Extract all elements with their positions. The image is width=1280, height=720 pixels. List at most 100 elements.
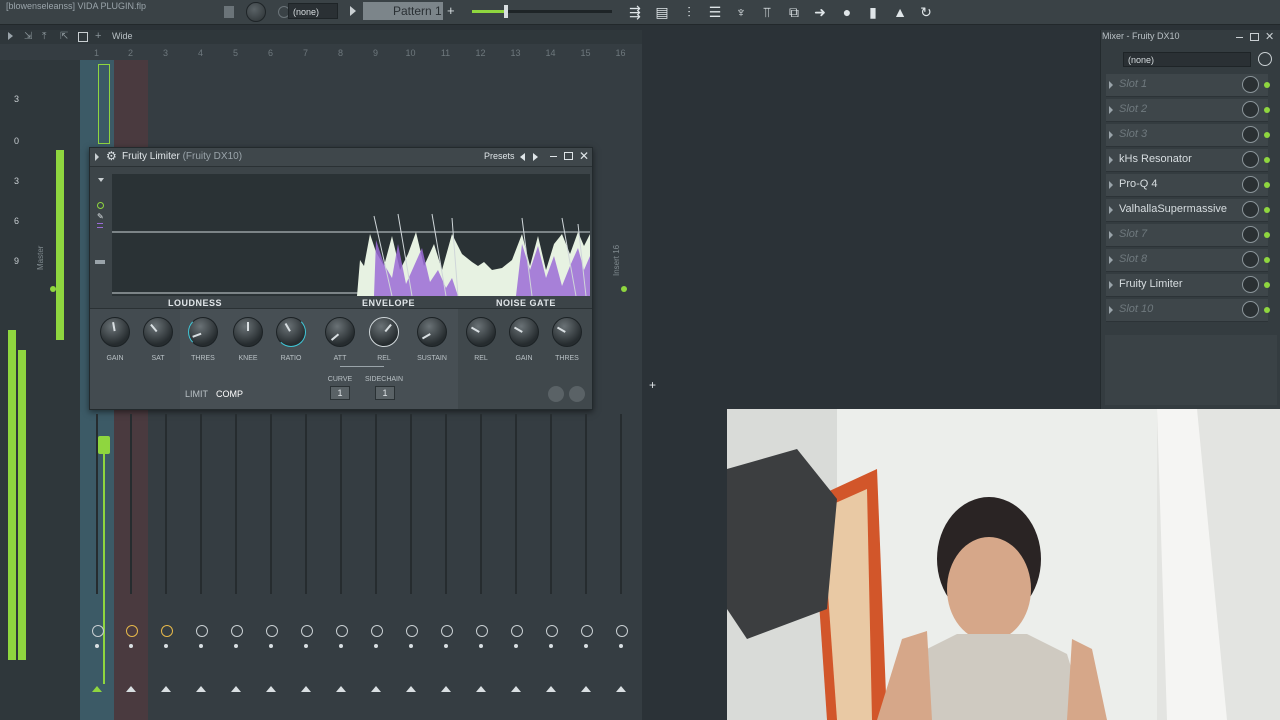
track-fader-slot[interactable] xyxy=(96,414,98,594)
track-pan-icon[interactable] xyxy=(476,625,488,637)
track-stereo-dot[interactable] xyxy=(129,644,133,648)
track-number-3[interactable]: 3 xyxy=(149,48,182,58)
track-fader-slot[interactable] xyxy=(200,414,202,594)
track-number-5[interactable]: 5 xyxy=(219,48,252,58)
track-route-icon[interactable] xyxy=(126,686,136,692)
mixer-arrow-icon[interactable]: ⇲ xyxy=(24,31,32,42)
track-stereo-dot[interactable] xyxy=(479,644,483,648)
mixer-view-label[interactable]: Wide xyxy=(112,31,133,41)
env-rel-knob[interactable] xyxy=(369,317,399,347)
track-latency-icon[interactable] xyxy=(1258,52,1272,66)
att-knob[interactable] xyxy=(325,317,355,347)
track-pan-icon[interactable] xyxy=(406,625,418,637)
graph-marker-icon[interactable] xyxy=(97,202,104,209)
mixer-slot[interactable]: Slot 2 xyxy=(1106,99,1270,122)
sidechain-spinner[interactable]: 1 xyxy=(375,386,395,400)
gain-knob[interactable] xyxy=(100,317,130,347)
track-route-icon[interactable] xyxy=(616,686,626,692)
track-stereo-dot[interactable] xyxy=(164,644,168,648)
file-icon[interactable]: ▮ xyxy=(863,2,883,22)
sustain-knob[interactable] xyxy=(417,317,447,347)
track-stereo-dot[interactable] xyxy=(234,644,238,648)
track-fader-slot[interactable] xyxy=(270,414,272,594)
graph-scale-slider[interactable] xyxy=(95,260,105,264)
slot-arrow-icon[interactable] xyxy=(1109,256,1113,264)
mic-icon[interactable]: ● xyxy=(837,2,857,22)
track-pan-icon[interactable] xyxy=(266,625,278,637)
channel-rack-icon[interactable]: ☰ xyxy=(705,2,725,22)
graph-menu-icon[interactable] xyxy=(98,178,104,182)
slot-arrow-icon[interactable] xyxy=(1109,106,1113,114)
mixer-slot[interactable]: Slot 3 xyxy=(1106,124,1270,147)
track-pan-icon[interactable] xyxy=(336,625,348,637)
master-led[interactable] xyxy=(50,286,56,292)
track-pan-icon[interactable] xyxy=(92,625,104,637)
sat-knob[interactable] xyxy=(143,317,173,347)
track-stereo-dot[interactable] xyxy=(269,644,273,648)
track-stereo-dot[interactable] xyxy=(95,644,99,648)
slot-mix-knob[interactable] xyxy=(1242,226,1259,243)
slot-mix-knob[interactable] xyxy=(1242,76,1259,93)
arrow-icon[interactable]: ➜ xyxy=(810,2,830,22)
track-number-13[interactable]: 13 xyxy=(499,48,532,58)
track-number-11[interactable]: 11 xyxy=(429,48,462,58)
slot-mix-knob[interactable] xyxy=(1242,176,1259,193)
thres-knob[interactable] xyxy=(188,317,218,347)
pattern-selector[interactable]: Pattern 1 xyxy=(363,2,443,20)
slot-enable-led[interactable] xyxy=(1264,82,1270,88)
track-route-icon[interactable] xyxy=(406,686,416,692)
track-pan-icon[interactable] xyxy=(511,625,523,637)
minimize-icon[interactable] xyxy=(550,156,557,157)
mixer-menu-arrow-icon[interactable] xyxy=(8,32,13,40)
mixer-icon[interactable]: ⫶ xyxy=(679,2,699,22)
track-route-icon[interactable] xyxy=(511,686,521,692)
track-fader-slot[interactable] xyxy=(410,414,412,594)
mixer-slot[interactable]: Slot 10 xyxy=(1106,299,1270,322)
maximize-icon[interactable] xyxy=(564,152,573,160)
add-pattern-icon[interactable]: + xyxy=(447,3,455,18)
slot-mix-knob[interactable] xyxy=(1242,126,1259,143)
main-pitch-knob[interactable] xyxy=(246,2,266,22)
track-pan-icon[interactable] xyxy=(231,625,243,637)
track-fader-slot[interactable] xyxy=(235,414,237,594)
track-number-12[interactable]: 12 xyxy=(464,48,497,58)
track-route-icon[interactable] xyxy=(546,686,556,692)
slot-mix-knob[interactable] xyxy=(1242,201,1259,218)
browser-icon[interactable]: ⫪ xyxy=(757,2,777,22)
slot-enable-led[interactable] xyxy=(1264,232,1270,238)
master-volume-handle[interactable] xyxy=(504,5,508,18)
track-pan-icon[interactable] xyxy=(581,625,593,637)
slot-enable-led[interactable] xyxy=(1264,132,1270,138)
mixer-slot[interactable]: Slot 1 xyxy=(1106,74,1270,97)
track-stereo-dot[interactable] xyxy=(619,644,623,648)
track-fader-slot[interactable] xyxy=(130,414,132,594)
slot-enable-led[interactable] xyxy=(1264,157,1270,163)
track-fader-slot[interactable] xyxy=(445,414,447,594)
gate-gain-knob[interactable] xyxy=(509,317,539,347)
panel-maximize-icon[interactable] xyxy=(1250,33,1259,41)
track-pan-icon[interactable] xyxy=(441,625,453,637)
play-pattern-icon[interactable] xyxy=(350,6,356,16)
track-number-9[interactable]: 9 xyxy=(359,48,392,58)
track-stereo-dot[interactable] xyxy=(549,644,553,648)
graph-range-icon[interactable] xyxy=(97,223,103,228)
slot-arrow-icon[interactable] xyxy=(1109,306,1113,314)
track-stereo-dot[interactable] xyxy=(409,644,413,648)
plugin-picker-icon[interactable]: ♆ xyxy=(731,2,751,22)
track-route-icon[interactable] xyxy=(92,686,102,692)
track-route-icon[interactable] xyxy=(476,686,486,692)
track-fader-slot[interactable] xyxy=(620,414,622,594)
gear-icon[interactable]: ⚙ xyxy=(106,149,117,163)
slot-mix-knob[interactable] xyxy=(1242,101,1259,118)
track-pan-icon[interactable] xyxy=(371,625,383,637)
mixer-slot[interactable]: Fruity Limiter xyxy=(1106,274,1270,297)
preset-next-icon[interactable] xyxy=(533,153,538,161)
track-number-1[interactable]: 1 xyxy=(80,48,113,58)
curve-spinner[interactable]: 1 xyxy=(330,386,350,400)
ratio-knob[interactable] xyxy=(276,317,306,347)
master-volume-slider[interactable] xyxy=(472,5,612,18)
track-pan-icon[interactable] xyxy=(126,625,138,637)
pattern-input-selector[interactable]: (none) xyxy=(288,3,338,19)
slot-enable-led[interactable] xyxy=(1264,282,1270,288)
mixer-window-icon[interactable] xyxy=(78,32,88,42)
